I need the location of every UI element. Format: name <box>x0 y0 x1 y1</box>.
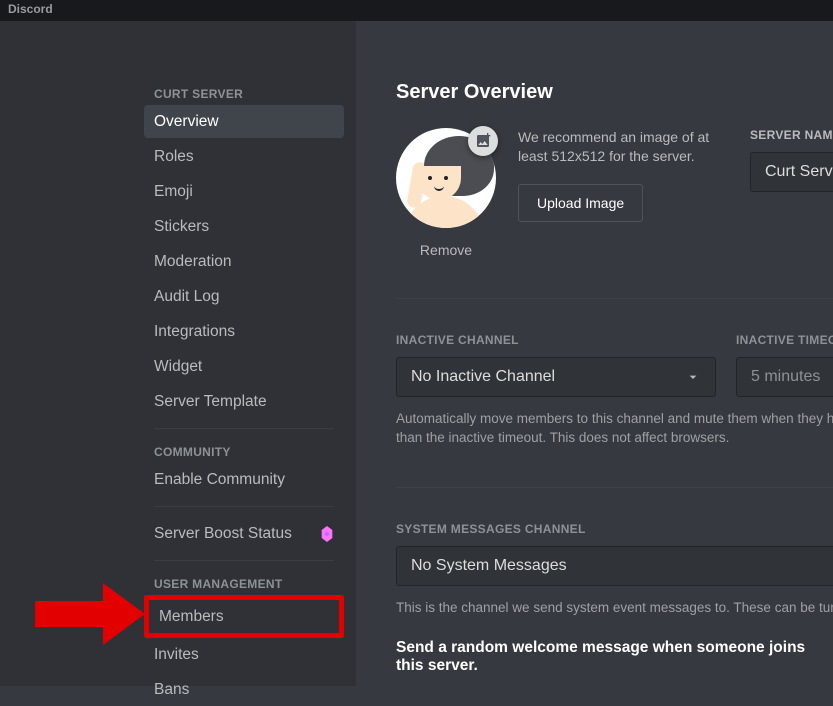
select-value: 5 minutes <box>751 368 820 386</box>
page-title: Server Overview <box>396 81 833 104</box>
boost-icon <box>320 526 334 542</box>
sidebar-item-label: Server Boost Status <box>154 525 292 543</box>
server-name-label: SERVER NAME <box>750 128 833 142</box>
sidebar-item-audit-log[interactable]: Audit Log <box>144 280 344 313</box>
select-value: No System Messages <box>411 557 567 575</box>
section-divider <box>396 298 833 299</box>
settings-sidebar: CURT SERVER Overview Roles Emoji Sticker… <box>0 21 356 686</box>
inactive-channel-select[interactable]: No Inactive Channel <box>396 357 716 397</box>
title-bar: Discord <box>0 0 833 21</box>
system-messages-label: SYSTEM MESSAGES CHANNEL <box>396 522 833 536</box>
sidebar-item-integrations[interactable]: Integrations <box>144 315 344 348</box>
sidebar-item-invites[interactable]: Invites <box>144 638 344 671</box>
inactive-timeout-select[interactable]: 5 minutes <box>736 357 833 397</box>
upload-image-badge[interactable] <box>468 126 498 156</box>
server-name-input[interactable] <box>750 152 833 192</box>
welcome-message-toggle-label: Send a random welcome message when someo… <box>396 639 833 675</box>
section-divider <box>396 487 833 488</box>
sidebar-item-roles[interactable]: Roles <box>144 140 344 173</box>
sidebar-item-stickers[interactable]: Stickers <box>144 210 344 243</box>
sidebar-item-moderation[interactable]: Moderation <box>144 245 344 278</box>
inactive-channel-label: INACTIVE CHANNEL <box>396 333 716 347</box>
inactive-timeout-label: INACTIVE TIMEOUT <box>736 333 833 347</box>
sidebar-separator <box>154 506 334 507</box>
sidebar-separator <box>154 560 334 561</box>
sidebar-item-overview[interactable]: Overview <box>144 105 344 138</box>
system-messages-helper-text: This is the channel we send system event… <box>396 598 833 617</box>
content-area: Server Overview Remove We recommend an i… <box>356 21 833 686</box>
image-recommendation-text: We recommend an image of at least 512x51… <box>518 128 718 166</box>
sidebar-header-community: COMMUNITY <box>144 439 344 463</box>
sidebar-item-server-template[interactable]: Server Template <box>144 385 344 418</box>
select-value: No Inactive Channel <box>411 368 555 386</box>
upload-image-button[interactable]: Upload Image <box>518 184 643 222</box>
inactive-helper-text: Automatically move members to this chann… <box>396 409 833 447</box>
sidebar-item-members[interactable]: Members <box>149 600 339 633</box>
sidebar-header-server: CURT SERVER <box>144 81 344 105</box>
remove-icon-link[interactable]: Remove <box>420 242 472 258</box>
annotation-arrow-icon <box>35 583 145 645</box>
sidebar-header-user-management: USER MANAGEMENT <box>144 571 344 595</box>
image-upload-icon <box>475 133 491 149</box>
chevron-down-icon <box>685 369 701 385</box>
sidebar-item-bans[interactable]: Bans <box>144 673 344 706</box>
sidebar-item-server-boost[interactable]: Server Boost Status <box>144 517 344 550</box>
members-highlight-box: Members <box>144 595 344 638</box>
sidebar-separator <box>154 428 334 429</box>
sidebar-item-widget[interactable]: Widget <box>144 350 344 383</box>
sidebar-item-emoji[interactable]: Emoji <box>144 175 344 208</box>
system-messages-select[interactable]: No System Messages <box>396 546 833 586</box>
sidebar-item-enable-community[interactable]: Enable Community <box>144 463 344 496</box>
